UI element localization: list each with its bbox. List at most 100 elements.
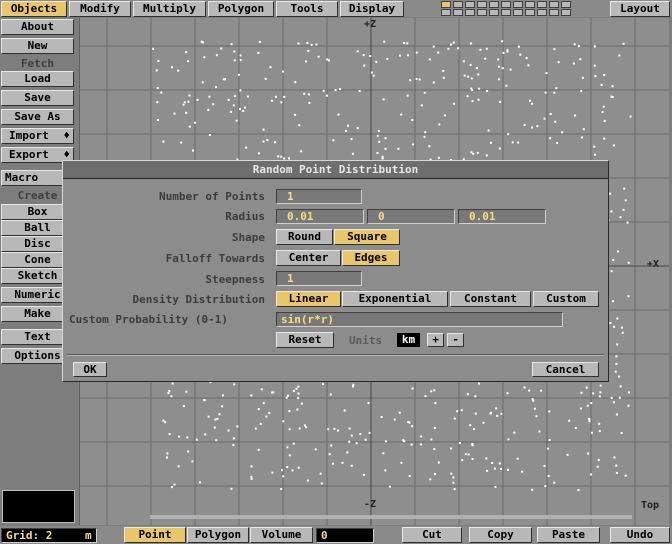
point [626, 221, 629, 224]
save-as-button[interactable]: Save As [1, 109, 74, 125]
custom-probability-input[interactable]: sin(r*r) [276, 312, 563, 327]
steepness-input[interactable]: 1 [276, 271, 362, 286]
falloff-center-button[interactable]: Center [276, 250, 341, 266]
layer-box[interactable] [489, 9, 499, 16]
density-constant-button[interactable]: Constant [450, 291, 531, 307]
import-button[interactable]: Import ♦ [1, 128, 74, 144]
layer-box[interactable] [453, 9, 463, 16]
layer-box[interactable] [501, 9, 511, 16]
reset-button[interactable]: Reset [276, 332, 334, 348]
axis-label-plus-x: +X [647, 259, 660, 270]
radius-y-input[interactable]: 0 [367, 209, 455, 224]
density-exponential-button[interactable]: Exponential [342, 291, 448, 307]
shape-label: Shape [231, 231, 265, 244]
point [471, 100, 474, 103]
units-decrease-button[interactable]: - [447, 333, 464, 347]
point [327, 428, 330, 431]
layer-box[interactable] [537, 1, 547, 8]
point [412, 143, 415, 146]
point [162, 419, 165, 422]
layer-box[interactable] [549, 9, 559, 16]
density-custom-button[interactable]: Custom [533, 291, 599, 307]
layer-box[interactable] [477, 1, 487, 8]
point [420, 443, 422, 446]
falloff-edges-button[interactable]: Edges [342, 250, 400, 266]
layer-box[interactable] [537, 9, 547, 16]
cut-button[interactable]: Cut [402, 527, 462, 543]
radius-z-input[interactable]: 0.01 [458, 209, 546, 224]
layer-box[interactable] [453, 1, 463, 8]
save-button[interactable]: Save [1, 90, 74, 106]
point [384, 147, 387, 150]
tab-objects[interactable]: Objects [1, 1, 67, 17]
point [433, 448, 436, 451]
point [375, 60, 378, 63]
shape-round-button[interactable]: Round [276, 229, 333, 245]
layer-box[interactable] [525, 9, 535, 16]
point [297, 385, 300, 388]
layer-box[interactable] [561, 1, 571, 8]
load-button[interactable]: Load [1, 71, 74, 87]
layer-box[interactable] [525, 1, 535, 8]
point [620, 432, 623, 434]
point [370, 71, 373, 74]
steepness-label: Steepness [205, 273, 265, 286]
tab-tools[interactable]: Tools [276, 1, 338, 17]
point [433, 426, 436, 429]
radius-x-input[interactable]: 0.01 [276, 209, 364, 224]
point [233, 383, 236, 386]
about-button[interactable]: About [1, 19, 74, 35]
layer-box[interactable] [561, 9, 571, 16]
layer-selector[interactable] [441, 0, 579, 17]
shape-square-button[interactable]: Square [334, 229, 400, 245]
copy-button[interactable]: Copy [469, 527, 532, 543]
ok-button[interactable]: OK [73, 362, 107, 377]
new-button[interactable]: New [1, 38, 74, 54]
cancel-button[interactable]: Cancel [532, 362, 599, 377]
mode-polygon-button[interactable]: Polygon [187, 527, 249, 543]
paste-button[interactable]: Paste [537, 527, 600, 543]
point [467, 453, 470, 456]
point [432, 81, 435, 84]
point [363, 64, 366, 67]
point [424, 131, 427, 134]
tab-polygon[interactable]: Polygon [208, 1, 274, 17]
tab-display[interactable]: Display [340, 1, 404, 17]
point [188, 125, 191, 128]
point [469, 424, 472, 427]
density-linear-button[interactable]: Linear [276, 291, 341, 307]
layer-box[interactable] [549, 1, 559, 8]
point [152, 47, 155, 50]
point [618, 396, 621, 399]
undo-button[interactable]: Undo [610, 527, 670, 543]
point [203, 399, 206, 402]
layer-box[interactable] [513, 1, 523, 8]
mode-point-button[interactable]: Point [124, 527, 186, 543]
scroll-ruler[interactable] [150, 515, 632, 519]
point [383, 40, 386, 43]
mode-volume-button[interactable]: Volume [250, 527, 313, 543]
point [384, 469, 387, 472]
layer-box[interactable] [465, 1, 475, 8]
point [620, 326, 623, 329]
layer-box[interactable] [441, 1, 451, 8]
layer-box[interactable] [489, 1, 499, 8]
layer-box[interactable] [441, 9, 451, 16]
tab-multiply[interactable]: Multiply [133, 1, 206, 17]
point [408, 475, 411, 477]
tab-modify[interactable]: Modify [69, 1, 131, 17]
units-increase-button[interactable]: + [427, 333, 444, 347]
layer-box[interactable] [465, 9, 475, 16]
point [590, 402, 593, 405]
point [399, 54, 401, 57]
layout-button[interactable]: Layout [610, 1, 670, 17]
layer-box[interactable] [501, 1, 511, 8]
point [317, 55, 320, 58]
point [250, 477, 253, 480]
point [250, 394, 253, 397]
number-of-points-input[interactable]: 1 [276, 189, 362, 204]
point [475, 67, 478, 70]
layer-box[interactable] [513, 9, 523, 16]
point [538, 430, 541, 433]
layer-box[interactable] [477, 9, 487, 16]
